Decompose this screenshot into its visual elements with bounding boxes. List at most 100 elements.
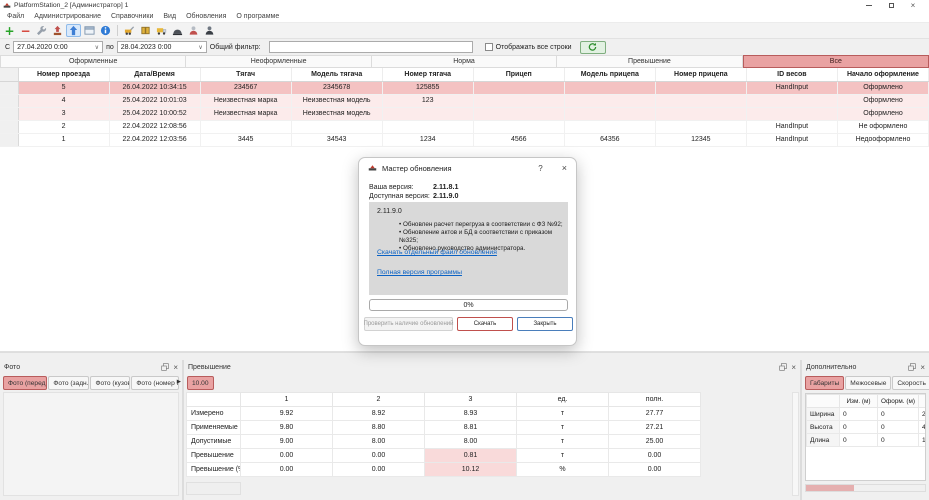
table-cell[interactable]: 26.04.2022 10:34:15 (109, 81, 200, 94)
table-cell[interactable]: 1 (18, 133, 109, 146)
dialog-titlebar[interactable]: Мастер обновления ? × (359, 158, 576, 178)
photo-tab-2[interactable]: Фото (задн..) (48, 376, 89, 390)
add-icon[interactable]: + (2, 24, 17, 37)
table-cell[interactable]: HandInput (746, 133, 837, 146)
table-cell[interactable]: HandInput (746, 81, 837, 94)
table-cell[interactable]: Неизвестная марка (200, 94, 291, 107)
table-cell[interactable] (655, 94, 746, 107)
truck-icon[interactable] (154, 24, 169, 37)
menu-item-2[interactable]: Администрирование (29, 13, 106, 20)
column-header-4[interactable]: Модель тягача (291, 68, 382, 81)
table-cell[interactable] (473, 107, 564, 120)
table-cell[interactable]: 3445 (200, 133, 291, 146)
table-cell[interactable] (564, 94, 655, 107)
table-cell[interactable]: Не оформлено (837, 120, 928, 133)
menu-item-1[interactable]: Файл (2, 13, 29, 20)
excess-tab[interactable]: 10.00 (187, 376, 214, 390)
operator-icon[interactable] (186, 24, 201, 37)
table-cell[interactable] (473, 81, 564, 94)
column-header-7[interactable]: Модель прицепа (564, 68, 655, 81)
table-cell[interactable] (382, 107, 473, 120)
column-header-10[interactable]: Начало оформление (837, 68, 928, 81)
scrollbar-thumb[interactable] (806, 485, 854, 491)
export-icon[interactable] (50, 24, 65, 37)
download-button[interactable]: Скачать (457, 317, 513, 331)
tools-icon[interactable] (34, 24, 49, 37)
table-cell[interactable]: 234567 (200, 81, 291, 94)
row-gutter[interactable] (0, 107, 18, 120)
refresh-button[interactable] (580, 41, 606, 54)
status-tab-2[interactable]: Неоформленные (186, 55, 371, 68)
weighbridge-icon[interactable] (170, 24, 185, 37)
dialog-close-button[interactable]: × (562, 164, 567, 173)
table-cell[interactable]: 25.04.2022 10:01:03 (109, 94, 200, 107)
download-file-link[interactable]: Скачать отдельный файл обновления (377, 249, 497, 256)
row-gutter[interactable] (0, 81, 18, 94)
table-cell[interactable]: 34543 (291, 133, 382, 146)
status-tab-4[interactable]: Превышение (557, 55, 742, 68)
table-cell[interactable]: Неизвестная марка (200, 107, 291, 120)
photo-tab-1[interactable]: Фото (перед..) (3, 376, 47, 390)
table-cell[interactable] (564, 120, 655, 133)
menu-item-5[interactable]: Обновления (181, 13, 231, 20)
table-cell[interactable] (473, 94, 564, 107)
float-panel-icon[interactable] (779, 363, 787, 373)
table-cell[interactable] (564, 81, 655, 94)
table-cell[interactable]: 4 (18, 94, 109, 107)
column-header-5[interactable]: Номер тягача (382, 68, 473, 81)
column-header-8[interactable]: Номер прицепа (655, 68, 746, 81)
status-tab-5[interactable]: Все (743, 55, 929, 68)
table-cell[interactable]: 25.04.2022 10:00:52 (109, 107, 200, 120)
cargo-icon[interactable] (138, 24, 153, 37)
maximize-button[interactable] (886, 1, 896, 10)
table-cell[interactable]: 64356 (564, 133, 655, 146)
tab-overflow-icon[interactable]: ▶ (177, 379, 181, 385)
column-header-9[interactable]: ID весов (746, 68, 837, 81)
table-cell[interactable]: 4566 (473, 133, 564, 146)
table-cell[interactable]: 22.04.2022 12:03:56 (109, 133, 200, 146)
table-cell[interactable] (655, 120, 746, 133)
extra-horizontal-scrollbar[interactable] (805, 484, 926, 492)
table-cell[interactable]: 22.04.2022 12:08:56 (109, 120, 200, 133)
admin-icon[interactable] (202, 24, 217, 37)
column-header-3[interactable]: Тягач (200, 68, 291, 81)
status-tab-1[interactable]: Оформленные (0, 55, 186, 68)
table-cell[interactable]: HandInput (746, 120, 837, 133)
table-cell[interactable]: 125855 (382, 81, 473, 94)
table-cell[interactable]: Недооформлено (837, 133, 928, 146)
table-cell[interactable]: 2345678 (291, 81, 382, 94)
window-icon[interactable] (82, 24, 97, 37)
full-version-link[interactable]: Полная версия программы (377, 269, 462, 276)
excess-vertical-scrollbar[interactable] (792, 392, 799, 496)
table-cell[interactable]: 1234 (382, 133, 473, 146)
photo-tab-3[interactable]: Фото (кузов) (90, 376, 130, 390)
table-cell[interactable]: Оформлено (837, 94, 928, 107)
float-panel-icon[interactable] (161, 363, 169, 373)
table-cell[interactable]: 2 (18, 120, 109, 133)
date-from-combo[interactable]: 27.04.2020 0:00 ∨ (13, 41, 103, 53)
table-cell[interactable] (564, 107, 655, 120)
table-cell[interactable]: 123 (382, 94, 473, 107)
panel-close-icon[interactable]: × (791, 364, 796, 372)
table-cell[interactable]: Оформлено (837, 81, 928, 94)
table-cell[interactable]: 5 (18, 81, 109, 94)
photo-tab-4[interactable]: Фото (номер пр (131, 376, 179, 390)
table-cell[interactable]: 3 (18, 107, 109, 120)
dialog-help-button[interactable]: ? (538, 164, 542, 173)
panel-close-icon[interactable]: × (920, 364, 925, 372)
query-filter-input[interactable] (269, 41, 473, 53)
row-gutter[interactable] (0, 120, 18, 133)
table-cell[interactable] (746, 94, 837, 107)
truck-crane-icon[interactable] (122, 24, 137, 37)
table-cell[interactable] (382, 120, 473, 133)
table-cell[interactable]: Оформлено (837, 107, 928, 120)
extra-tab-1[interactable]: Габариты (805, 376, 844, 390)
menu-item-4[interactable]: Вид (158, 13, 181, 20)
table-cell[interactable]: Неизвестная модель (291, 107, 382, 120)
date-to-combo[interactable]: 28.04.2023 0:00 ∨ (117, 41, 207, 53)
table-cell[interactable] (746, 107, 837, 120)
menu-item-6[interactable]: О программе (231, 13, 284, 20)
table-cell[interactable] (655, 81, 746, 94)
show-all-checkbox[interactable] (485, 43, 493, 51)
column-header-6[interactable]: Прицеп (473, 68, 564, 81)
